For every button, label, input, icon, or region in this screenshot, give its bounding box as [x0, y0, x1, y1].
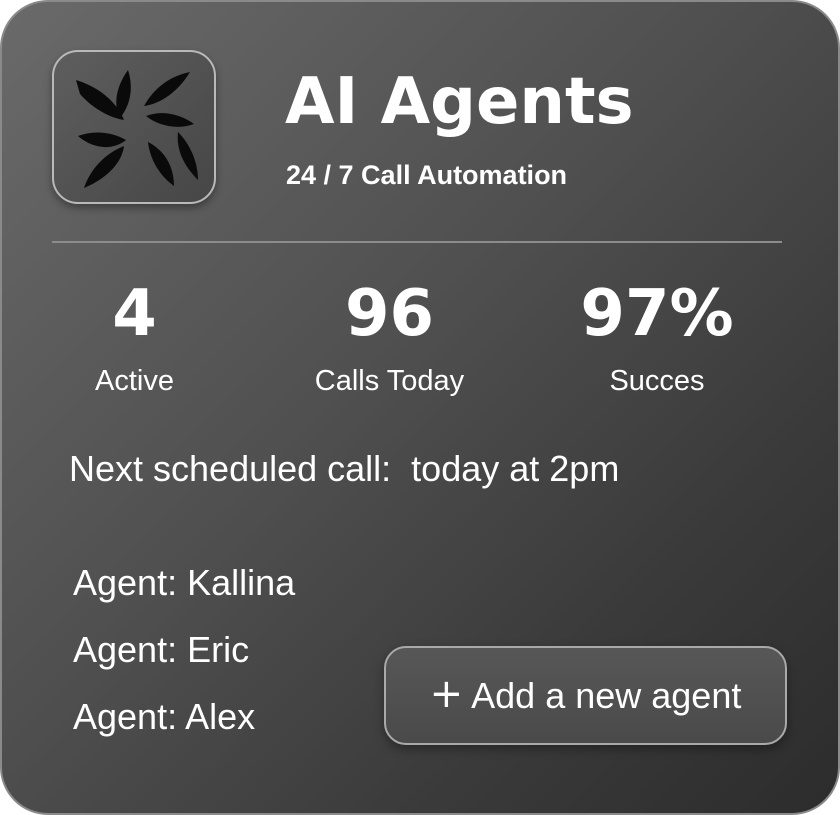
stat-success-label: Succes: [609, 365, 705, 397]
app-logo: [52, 50, 216, 204]
app-title: AI Agents: [285, 65, 634, 139]
agent-item-alex[interactable]: Agent: Alex: [73, 696, 295, 763]
stat-calls-today-value: 96: [344, 277, 435, 351]
add-agent-button[interactable]: + Add a new agent: [384, 646, 787, 745]
stat-active-label: Active: [95, 365, 174, 397]
app-subtitle: 24 / 7 Call Automation: [286, 160, 568, 190]
agent-item-kallina[interactable]: Agent: Kallina: [73, 562, 295, 629]
pinwheel-logo-icon: [76, 70, 198, 188]
agent-item-eric[interactable]: Agent: Eric: [73, 629, 295, 696]
add-agent-button-label: Add a new agent: [471, 674, 742, 716]
stat-calls-today: 96 Calls Today: [292, 278, 487, 398]
header-divider: [52, 241, 782, 243]
next-scheduled-call: Next scheduled call: today at 2pm: [69, 448, 620, 489]
stat-success: 97% Succes: [572, 278, 742, 398]
ai-agents-card: AI Agents 24 / 7 Call Automation 4 Activ…: [0, 0, 840, 815]
stat-active-value: 4: [112, 277, 157, 351]
plus-icon: +: [429, 670, 464, 717]
stat-success-value: 97%: [580, 277, 734, 351]
stat-calls-today-label: Calls Today: [314, 365, 465, 397]
agent-list: Agent: Kallina Agent: Eric Agent: Alex: [73, 562, 295, 763]
stat-active: 4 Active: [62, 278, 207, 398]
